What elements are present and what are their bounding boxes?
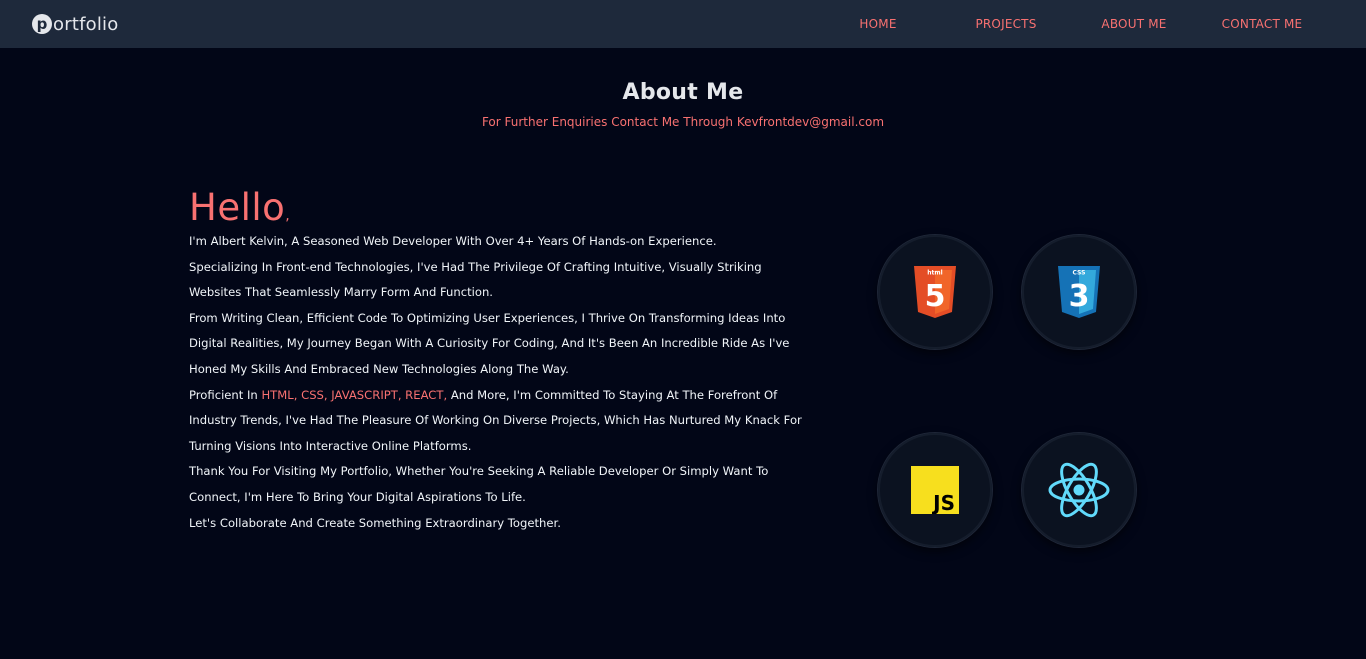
skill-react <box>1022 433 1136 547</box>
hello-heading: Hello, <box>189 186 290 229</box>
nav-projects-link[interactable]: PROJECTS <box>975 17 1036 31</box>
javascript-icon: JS <box>911 466 959 514</box>
html5-badge-text: html <box>927 270 942 277</box>
proficiency-skills: HTML, CSS, JAVASCRIPT, REACT, <box>261 387 448 402</box>
nav-home-link[interactable]: HOME <box>859 17 896 31</box>
css3-glyph: 3 <box>1069 279 1090 314</box>
about-bio: I'm Albert Kelvin, A Seasoned Web Develo… <box>189 229 814 536</box>
skill-css3: CSS 3 <box>1022 235 1136 349</box>
contact-email-note: For Further Enquiries Contact Me Through… <box>481 115 885 129</box>
hello-comma: , <box>285 208 291 224</box>
navbar: p ortfolio HOME PROJECTS ABOUT ME CONTAC… <box>0 0 1366 48</box>
hello-word: Hello <box>189 186 286 229</box>
logo-letter-badge: p <box>32 14 52 34</box>
portfolio-logo[interactable]: p ortfolio <box>32 11 118 37</box>
nav-contact-link[interactable]: CONTACT ME <box>1222 17 1303 31</box>
bio-intro: I'm Albert Kelvin, A Seasoned Web Develo… <box>189 234 717 248</box>
proficiency-prefix: Proficient In <box>189 387 262 402</box>
skill-html5: html 5 <box>878 235 992 349</box>
nav-about-link[interactable]: ABOUT ME <box>1101 17 1166 31</box>
html5-glyph: 5 <box>925 279 946 314</box>
about-section-title: About Me <box>622 80 744 105</box>
bio-proficiency: Proficient In HTML, CSS, JAVASCRIPT, REA… <box>189 383 814 460</box>
react-icon <box>1048 462 1110 518</box>
bio-specialty: Specializing In Front-end Technologies, … <box>189 259 762 300</box>
html5-icon: html 5 <box>914 266 956 318</box>
css3-icon: CSS 3 <box>1058 266 1100 318</box>
logo-text: ortfolio <box>53 13 119 35</box>
javascript-glyph: JS <box>931 491 955 514</box>
bio-closing: Let's Collaborate And Create Something E… <box>189 515 561 530</box>
bio-journey: From Writing Clean, Efficient Code To Op… <box>189 310 790 376</box>
css3-badge-text: CSS <box>1073 270 1086 277</box>
bio-thanks: Thank You For Visiting My Portfolio, Whe… <box>189 464 769 504</box>
skill-javascript: JS <box>878 433 992 547</box>
